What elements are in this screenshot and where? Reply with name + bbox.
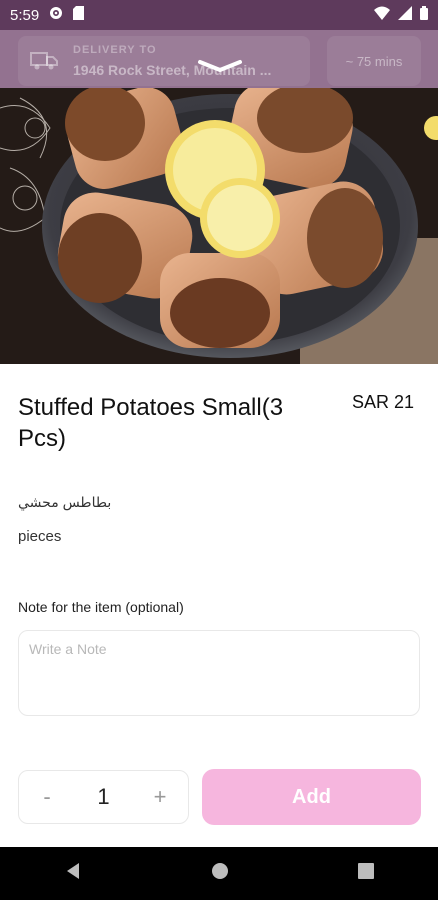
note-input[interactable] [29,641,409,711]
signal-icon [398,6,412,24]
add-button-label: Add [292,785,331,808]
delivery-label: DELIVERY TO [73,44,157,56]
settings-icon [49,6,63,24]
wifi-icon [374,6,390,24]
item-description: pieces [18,528,62,545]
chevron-down-icon[interactable] [196,58,244,74]
delivery-address-card[interactable]: DELIVERY TO 1946 Rock Street, Mountain .… [18,36,310,86]
note-label: Note for the item (optional) [18,599,184,615]
increase-button[interactable]: + [132,784,188,810]
decrease-button[interactable]: - [19,784,75,810]
quantity-value: 1 [97,784,110,809]
system-nav-bar [0,847,438,900]
delivery-address: 1946 Rock Street, Mountain ... [73,62,272,78]
sd-card-icon [73,6,85,24]
item-arabic-name: بطاطس محشي [18,494,112,510]
add-button[interactable]: Add [202,769,421,825]
item-price: SAR 21 [351,392,414,412]
eta-badge: ~ 75 mins [327,36,421,86]
truck-icon [30,52,58,70]
recents-icon[interactable] [357,863,374,884]
food-image [0,88,438,364]
note-field[interactable] [18,630,420,716]
status-bar: 5:59 [0,0,438,30]
status-time: 5:59 [10,6,40,24]
quantity-stepper: - 1 + [18,770,189,824]
eta-text: ~ 75 mins [345,53,403,69]
home-icon[interactable] [211,862,229,885]
item-name: Stuffed Potatoes Small(3 Pcs) [18,394,284,452]
back-icon[interactable] [64,862,82,885]
battery-icon [420,6,428,24]
